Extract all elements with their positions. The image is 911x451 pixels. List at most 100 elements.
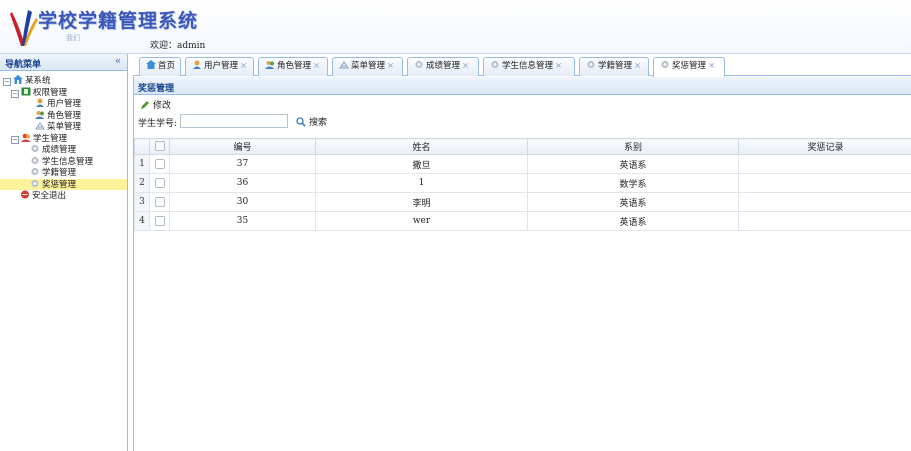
pencil-icon: [141, 100, 149, 109]
tab-enrollment[interactable]: 学籍管理 ×: [579, 57, 649, 76]
column-header-dept[interactable]: 系别: [527, 138, 739, 155]
row-select-cell[interactable]: [149, 173, 170, 193]
tab-label: 成绩管理: [426, 61, 461, 71]
tab-reward[interactable]: 奖惩管理 ×: [653, 57, 725, 77]
tab-home[interactable]: 首页: [139, 57, 181, 76]
row-select-cell[interactable]: [149, 154, 170, 174]
tab-student-info[interactable]: 学生信息管理 ×: [483, 57, 575, 76]
close-icon[interactable]: ×: [555, 61, 562, 71]
nav-tree: − 某系统 − 权限管理 用户管理 角色管理 菜单管理 − 学生管理 成绩管理 学生信…: [0, 71, 127, 202]
sidebar-item-label: 用户管理: [47, 99, 82, 109]
close-icon[interactable]: ×: [634, 61, 641, 71]
cell-name: wer: [315, 211, 528, 231]
table-row[interactable]: 1 37 撒旦 英语系: [134, 154, 911, 174]
users-icon: [35, 110, 45, 119]
sidebar-item-user[interactable]: 用户管理: [0, 98, 127, 110]
select-all-checkbox[interactable]: [154, 141, 165, 152]
tree-group-permission[interactable]: − 权限管理: [0, 87, 127, 99]
column-header-id[interactable]: 编号: [169, 138, 316, 155]
tree-group-student[interactable]: − 学生管理: [0, 133, 127, 145]
sidebar-title: 导航菜单: [5, 60, 42, 70]
reward-grid: 编号 姓名 系别 奖惩记录 1 37 撒旦 英语系 2 36 1 数学系 3 3…: [134, 138, 911, 231]
app-root: 学校学籍管理系统 我们 欢迎：admin 导航菜单 « − 某系统 − 权限管理 用…: [0, 0, 911, 451]
sidebar-item-label: 角色管理: [47, 110, 82, 121]
sidebar-item-label: 菜单管理: [47, 122, 82, 132]
edit-button[interactable]: 修改: [140, 98, 171, 111]
app-title: 学校学籍管理系统: [38, 10, 199, 32]
cell-record: [738, 192, 911, 212]
row-checkbox[interactable]: [154, 196, 165, 207]
cell-record: [738, 173, 911, 193]
search-bar: 学生学号: 搜索: [134, 113, 911, 131]
tab-label: 角色管理: [277, 61, 312, 71]
table-row[interactable]: 2 36 1 数学系: [134, 173, 911, 193]
table-row[interactable]: 4 35 wer 英语系: [134, 211, 911, 231]
close-icon[interactable]: ×: [462, 61, 469, 71]
sidebar-item-role[interactable]: 角色管理: [0, 110, 127, 122]
sidebar-item-reward[interactable]: 奖惩管理: [0, 178, 127, 190]
student-id-input[interactable]: [180, 114, 288, 128]
close-icon[interactable]: ×: [708, 61, 715, 71]
sidebar-item-label: 奖惩管理: [42, 179, 77, 190]
sidebar-item-score[interactable]: 成绩管理: [0, 144, 127, 156]
sidebar-item-enrollment[interactable]: 学籍管理: [0, 167, 127, 179]
cell-record: [738, 211, 911, 231]
tab-label: 学籍管理: [598, 61, 633, 71]
row-number: 3: [134, 192, 150, 212]
tree-root[interactable]: − 某系统: [0, 75, 127, 87]
tab-label: 奖惩管理: [672, 61, 707, 71]
row-select-cell[interactable]: [149, 211, 170, 231]
tab-role[interactable]: 角色管理 ×: [258, 57, 328, 76]
row-checkbox[interactable]: [154, 215, 165, 226]
row-checkbox[interactable]: [154, 177, 165, 188]
tree-group-label: 学生管理: [33, 133, 68, 144]
cell-id: 35: [169, 211, 316, 231]
users-icon: [265, 61, 275, 69]
sidebar-item-logout[interactable]: 安全退出: [0, 190, 127, 202]
column-header-name[interactable]: 姓名: [315, 138, 528, 155]
logout-icon: [21, 190, 29, 199]
collapse-icon[interactable]: «: [115, 56, 121, 67]
gear-icon: [587, 60, 595, 69]
gear-icon: [661, 60, 669, 69]
menu-icon: [35, 122, 45, 130]
search-icon: [296, 116, 306, 127]
collapse-toggle-icon[interactable]: −: [3, 78, 11, 86]
collapse-toggle-icon[interactable]: −: [11, 135, 19, 144]
nav-sidebar: 导航菜单 « − 某系统 − 权限管理 用户管理 角色管理 菜单管理 − 学生管理: [0, 54, 128, 451]
shield-icon: [21, 87, 31, 95]
row-select-cell[interactable]: [149, 192, 170, 212]
cell-name: 撒旦: [315, 154, 528, 174]
logo-icon: [10, 10, 38, 46]
menu-icon: [339, 61, 349, 69]
cell-id: 37: [169, 154, 316, 174]
sidebar-item-label: 成绩管理: [42, 145, 77, 155]
search-button[interactable]: 搜索: [296, 115, 327, 128]
close-icon[interactable]: ×: [387, 61, 394, 71]
grid-toolbar: 修改: [134, 95, 911, 113]
tab-menu[interactable]: 菜单管理 ×: [332, 57, 403, 76]
gear-icon: [415, 60, 423, 69]
tab-label: 用户管理: [204, 61, 239, 71]
table-row[interactable]: 3 30 李明 英语系: [134, 192, 911, 212]
sidebar-item-student-info[interactable]: 学生信息管理: [0, 156, 127, 168]
tree-group-label: 权限管理: [33, 87, 68, 98]
tab-label: 学生信息管理: [502, 61, 554, 71]
column-header-record[interactable]: 奖惩记录: [738, 138, 911, 155]
close-icon[interactable]: ×: [240, 61, 247, 71]
row-checkbox[interactable]: [154, 158, 165, 169]
app-header: 学校学籍管理系统 我们 欢迎：admin: [0, 0, 911, 54]
collapse-toggle-icon[interactable]: −: [11, 89, 19, 98]
tab-score[interactable]: 成绩管理 ×: [407, 57, 479, 76]
cell-dept: 英语系: [527, 211, 739, 231]
reward-panel: 奖惩管理 修改 学生学号: 搜索 编号 姓名 系别 奖惩记录 1 37 撒旦 英…: [133, 77, 911, 451]
select-all-header[interactable]: [149, 138, 170, 155]
edit-button-label: 修改: [153, 101, 172, 111]
close-icon[interactable]: ×: [313, 61, 320, 71]
gear-icon: [31, 179, 39, 187]
cell-name: 1: [315, 173, 528, 193]
tab-user[interactable]: 用户管理 ×: [185, 57, 254, 76]
tab-label: 首页: [158, 61, 176, 71]
panel-title: 奖惩管理: [134, 77, 911, 95]
sidebar-item-menu[interactable]: 菜单管理: [0, 121, 127, 133]
